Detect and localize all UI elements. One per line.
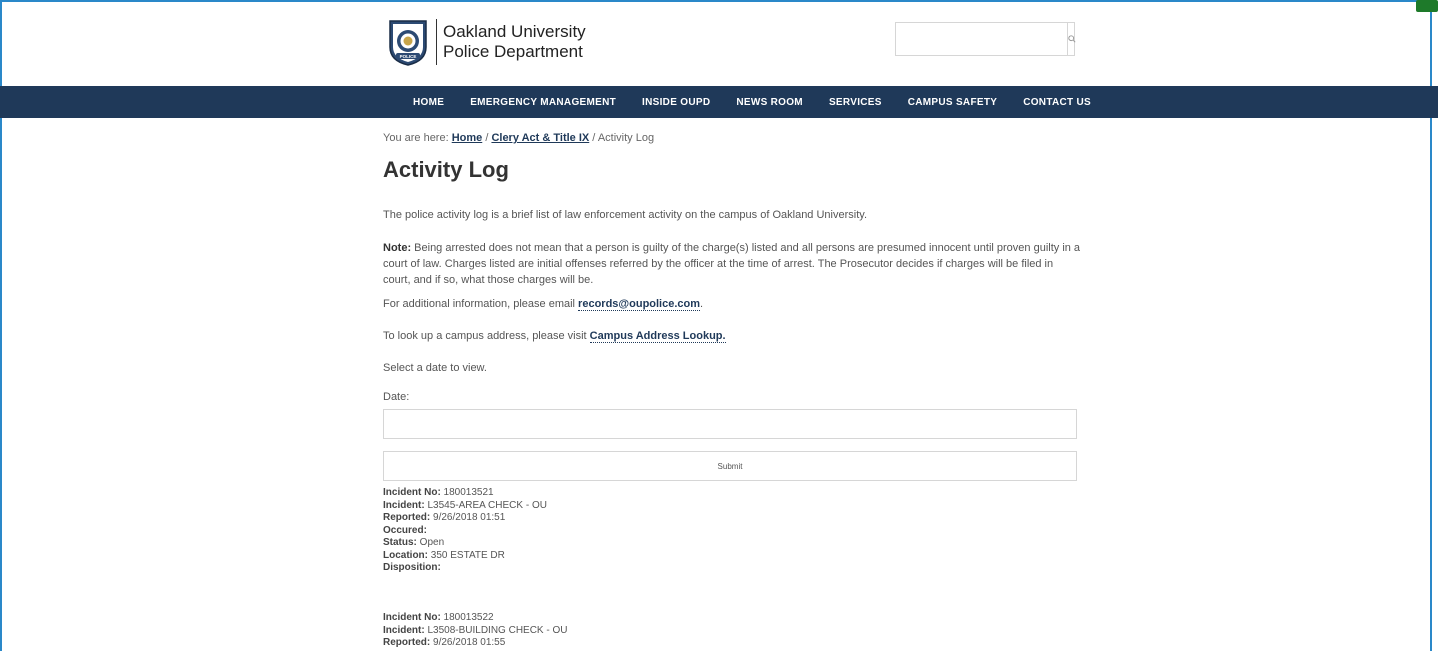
select-date-text: Select a date to view.: [383, 362, 487, 374]
search-box: [895, 22, 1076, 56]
site-logo[interactable]: POLICE Oakland University Police Departm…: [386, 17, 586, 67]
logo-text: Oakland University Police Department: [443, 22, 586, 62]
incident-no-label: Incident No:: [383, 612, 441, 623]
logo-line-2: Police Department: [443, 42, 583, 61]
incident-status-label: Status:: [383, 537, 417, 548]
incident-reported-value: 9/26/2018 01:51: [430, 512, 506, 523]
page-title: Activity Log: [383, 157, 509, 182]
search-button[interactable]: [1067, 23, 1076, 55]
incident-reported-label: Reported:: [383, 637, 431, 648]
records-email-link[interactable]: records@oupolice.com: [578, 298, 701, 311]
nav-item-news-room[interactable]: NEWS ROOM: [723, 97, 816, 108]
incident-reported-value: 9/26/2018 01:55: [430, 637, 506, 648]
incident-reported-row: Reported: 9/26/2018 01:51: [383, 512, 547, 525]
incident-status-row: Status: Open: [383, 537, 547, 550]
note-text: Note: Being arrested does not mean that …: [383, 240, 1083, 288]
police-badge-icon: POLICE: [389, 20, 427, 66]
nav-item-contact-us[interactable]: CONTACT US: [1010, 97, 1104, 108]
site-header: POLICE Oakland University Police Departm…: [0, 0, 1438, 86]
incident-type-row: Incident: L3508-BUILDING CHECK - OU: [383, 625, 568, 638]
incident-reported-label: Reported:: [383, 512, 431, 523]
logo-divider: [436, 19, 437, 65]
incident-disposition-label: Disposition:: [383, 562, 441, 573]
breadcrumb-current: Activity Log: [597, 132, 655, 144]
incident-type-row: Incident: L3545-AREA CHECK - OU: [383, 500, 547, 513]
incident-status-value: Open: [416, 537, 445, 548]
email-suffix: .: [700, 298, 704, 310]
email-prefix: For additional information, please email: [383, 298, 579, 310]
incident-entry: Incident No: 180013521 Incident: L3545-A…: [383, 487, 547, 575]
logo-line-1: Oakland University: [443, 22, 586, 41]
campus-address-lookup-link[interactable]: Campus Address Lookup.: [589, 330, 726, 343]
nav-item-emergency-management[interactable]: EMERGENCY MANAGEMENT: [457, 97, 629, 108]
search-input[interactable]: [896, 23, 1067, 55]
incident-reported-row: Reported: 9/26/2018 01:55: [383, 637, 568, 650]
incident-location-value: 350 ESTATE DR: [428, 549, 505, 561]
search-icon: [1068, 35, 1076, 43]
badge-text: POLICE: [400, 54, 417, 59]
submit-button[interactable]: Submit: [383, 451, 1077, 481]
nav-item-campus-safety[interactable]: CAMPUS SAFETY: [895, 97, 1010, 108]
incident-type-value: L3545-AREA CHECK - OU: [424, 499, 547, 511]
incident-location-row: Location: 350 ESTATE DR: [383, 550, 547, 563]
incident-no-row: Incident No: 180013521: [383, 487, 547, 500]
nav-item-services[interactable]: SERVICES: [816, 97, 895, 108]
lookup-prefix: To look up a campus address, please visi…: [383, 330, 590, 342]
note-label: Note:: [383, 242, 412, 254]
intro-text: The police activity log is a brief list …: [383, 209, 868, 221]
breadcrumb: You are here: Home / Clery Act & Title I…: [383, 132, 654, 144]
incident-occured-row: Occured:: [383, 525, 547, 538]
lookup-text: To look up a campus address, please visi…: [383, 328, 1083, 344]
date-input[interactable]: [383, 409, 1077, 439]
incident-no-value: 180013522: [440, 612, 494, 623]
incident-type-value: L3508-BUILDING CHECK - OU: [424, 624, 568, 636]
nav-item-home[interactable]: HOME: [400, 97, 457, 108]
incident-no-value: 180013521: [440, 487, 494, 498]
nav-item-inside-oupd[interactable]: INSIDE OUPD: [629, 97, 723, 108]
incident-no-row: Incident No: 180013522: [383, 612, 568, 625]
main-nav: HOME EMERGENCY MANAGEMENT INSIDE OUPD NE…: [0, 86, 1438, 118]
incident-no-label: Incident No:: [383, 487, 441, 498]
email-text: For additional information, please email…: [383, 296, 1083, 312]
breadcrumb-separator: /: [589, 132, 598, 144]
breadcrumb-home-link[interactable]: Home: [452, 132, 483, 144]
incident-entry: Incident No: 180013522 Incident: L3508-B…: [383, 612, 568, 650]
nav-items: HOME EMERGENCY MANAGEMENT INSIDE OUPD NE…: [400, 86, 1104, 118]
note-body: Being arrested does not mean that a pers…: [383, 242, 1081, 286]
incident-type-label: Incident:: [383, 499, 425, 511]
breadcrumb-clery-link[interactable]: Clery Act & Title IX: [491, 132, 589, 144]
date-label: Date:: [383, 391, 410, 403]
incident-disposition-row: Disposition:: [383, 562, 547, 575]
breadcrumb-prefix: You are here:: [383, 132, 452, 144]
incident-location-label: Location:: [383, 549, 428, 561]
incident-occured-label: Occured:: [383, 524, 427, 536]
incident-type-label: Incident:: [383, 624, 425, 636]
